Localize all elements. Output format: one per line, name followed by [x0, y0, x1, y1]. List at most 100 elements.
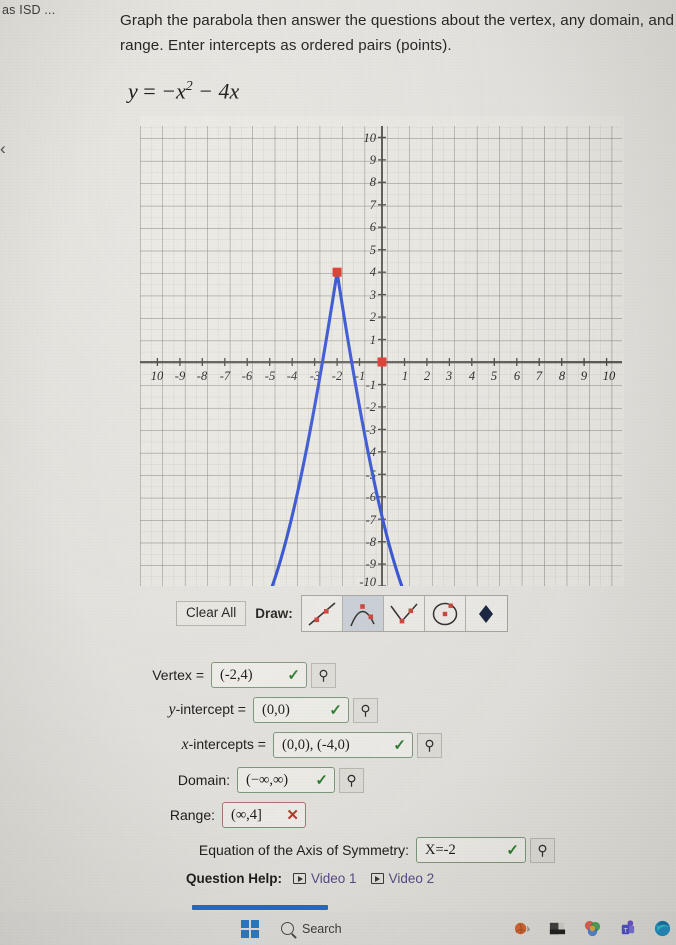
svg-text:8: 8 [559, 369, 566, 383]
svg-text:6: 6 [370, 220, 377, 234]
domain-keypad-button[interactable]: ⚲ [339, 767, 364, 793]
svg-text:3: 3 [445, 369, 452, 383]
circle-tool-icon [432, 602, 458, 625]
x-intercepts-keypad-button[interactable]: ⚲ [417, 732, 442, 758]
circle-tool-button[interactable] [424, 596, 466, 631]
x-intercepts-label: x-intercepts = [0, 736, 273, 754]
x-intercepts-value: (0,0), (-4,0) [282, 736, 350, 753]
browser-tab-label[interactable]: as ISD ... [2, 3, 55, 17]
vertex-label: Vertex = [152, 667, 204, 683]
svg-text:4: 4 [370, 265, 376, 279]
svg-text:-2: -2 [366, 400, 376, 414]
question-help: Question Help: Video 1 Video 2 [186, 871, 448, 886]
coordinate-plane[interactable]: 10 -9 -8 -7 -6 -5 -4 -3 -2 -1 1 2 3 4 5 6 7 8 9 10 1… [140, 116, 624, 586]
svg-text:4: 4 [469, 369, 475, 383]
x-intercepts-label-post: -intercepts = [188, 736, 266, 752]
axis-of-symmetry-value: X=-2 [425, 841, 456, 858]
range-label: Range: [169, 807, 215, 823]
vertex-marker[interactable] [332, 267, 342, 277]
y-intercept-keypad-button[interactable]: ⚲ [353, 697, 378, 723]
x-italic: x [181, 736, 189, 753]
parabola-tool-button[interactable] [342, 596, 384, 631]
play-icon [370, 873, 384, 884]
svg-text:-8: -8 [366, 535, 377, 549]
intercept-marker[interactable] [377, 357, 387, 367]
teams-app-icon[interactable]: T [618, 919, 637, 938]
y-intercept-label: y-intercept = [0, 701, 253, 719]
point-tool-button[interactable] [465, 596, 507, 631]
y-intercept-value: (0,0) [262, 701, 290, 718]
svg-text:10: 10 [364, 131, 377, 145]
svg-text:-9: -9 [175, 369, 186, 383]
search-label: Search [302, 921, 342, 936]
clear-all-button[interactable]: Clear All [176, 600, 247, 627]
answer-row-domain: Domain: (−∞,∞) ✓ ⚲ [0, 767, 676, 793]
back-chevron-icon[interactable]: ‹ [0, 140, 6, 157]
svg-text:1: 1 [370, 333, 376, 347]
svg-text:9: 9 [581, 369, 588, 383]
domain-label: Domain: [177, 772, 230, 788]
svg-text:6: 6 [514, 369, 521, 383]
answer-row-range: Range: (∞,4] ✕ [0, 802, 676, 828]
svg-text:5: 5 [370, 243, 376, 257]
vertex-value: (-2,4) [220, 666, 253, 683]
svg-text:10: 10 [151, 369, 164, 383]
equation-lhs: y [128, 78, 138, 104]
line-tool-icon [308, 601, 336, 626]
axis-of-symmetry-keypad-button[interactable]: ⚲ [530, 837, 555, 863]
absolute-value-tool-button[interactable] [383, 596, 425, 631]
x-intercepts-correct-icon: ✓ [393, 737, 406, 754]
svg-text:8: 8 [370, 175, 377, 189]
svg-text:7: 7 [370, 198, 377, 212]
svg-text:T: T [624, 927, 628, 934]
svg-text:-7: -7 [220, 369, 231, 383]
play-icon [293, 873, 307, 884]
axis-of-symmetry-label: Equation of the Axis of Symmetry: [198, 842, 409, 858]
svg-text:-8: -8 [197, 369, 208, 383]
vertex-field[interactable]: (-2,4) ✓ [211, 662, 307, 688]
range-field[interactable]: (∞,4] ✕ [222, 802, 306, 828]
domain-field[interactable]: (−∞,∞) ✓ [237, 767, 335, 793]
microsoft-365-icon[interactable] [583, 919, 602, 938]
edge-browser-icon[interactable] [653, 919, 672, 938]
video-2-link[interactable]: Video 2 [370, 871, 435, 886]
range-incorrect-icon: ✕ [286, 807, 299, 824]
svg-text:3: 3 [369, 288, 376, 302]
vertex-correct-icon: ✓ [287, 667, 300, 684]
answer-form: Vertex = (-2,4) ✓ ⚲ y-intercept = (0,0) … [0, 662, 676, 872]
video-2-label: Video 2 [388, 871, 435, 886]
equation-equals: = [143, 78, 156, 104]
svg-text:-3: -3 [366, 423, 376, 437]
svg-text:-5: -5 [265, 369, 275, 383]
svg-text:9: 9 [370, 153, 377, 167]
svg-text:-10: -10 [359, 575, 376, 586]
axis-of-symmetry-field[interactable]: X=-2 ✓ [416, 837, 526, 863]
basketball-app-icon[interactable] [513, 919, 532, 938]
answer-row-vertex: Vertex = (-2,4) ✓ ⚲ [0, 662, 676, 688]
equation-rhs-term1: −x [161, 78, 186, 104]
y-italic: y [168, 701, 176, 718]
windows-start-icon[interactable] [241, 919, 259, 938]
vertex-keypad-button[interactable]: ⚲ [311, 662, 336, 688]
y-intercept-field[interactable]: (0,0) ✓ [253, 697, 349, 723]
svg-text:2: 2 [424, 369, 430, 383]
svg-text:-4: -4 [287, 369, 297, 383]
svg-text:-6: -6 [242, 369, 253, 383]
equation-display: y = −x2 − 4x [128, 78, 239, 104]
search-icon [281, 922, 294, 935]
answer-row-x-intercepts: x-intercepts = (0,0), (-4,0) ✓ ⚲ [0, 732, 676, 758]
range-value: (∞,4] [231, 806, 262, 823]
line-tool-button[interactable] [301, 596, 343, 631]
domain-value: (−∞,∞) [246, 771, 289, 788]
svg-text:-9: -9 [366, 557, 377, 571]
graph-canvas[interactable]: 10 -9 -8 -7 -6 -5 -4 -3 -2 -1 1 2 3 4 5 6 7 8 9 10 1… [140, 116, 624, 586]
taskbar-app-tray: T [513, 919, 672, 938]
svg-text:10: 10 [603, 369, 616, 383]
y-intercept-label-post: -intercept = [175, 701, 246, 717]
svg-text:-7: -7 [366, 513, 377, 527]
svg-text:-2: -2 [332, 369, 342, 383]
taskbar-search[interactable]: Search [281, 922, 342, 936]
x-intercepts-field[interactable]: (0,0), (-4,0) ✓ [273, 732, 413, 758]
video-1-link[interactable]: Video 1 [293, 871, 357, 886]
file-explorer-icon[interactable] [548, 919, 567, 938]
